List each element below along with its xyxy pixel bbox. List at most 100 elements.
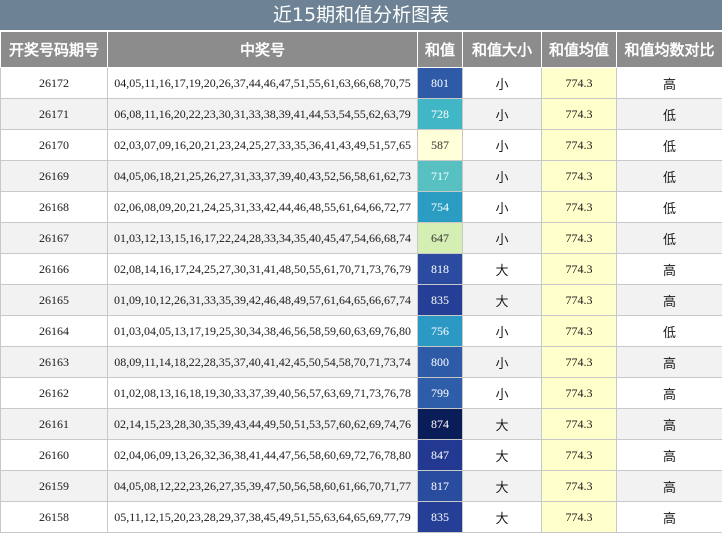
cell-sum-comparison: 低 (617, 316, 722, 347)
cell-sum-size: 小 (463, 347, 542, 378)
cell-sum-average: 774.3 (542, 223, 617, 254)
chart-container: 近15期和值分析图表 开奖号码期号 中奖号 和值 和值大小 和值均值 和值均数对… (0, 0, 722, 532)
table-body: 2617204,05,11,16,17,19,20,26,37,44,46,47… (1, 68, 722, 533)
table-row: 2616002,04,06,09,13,26,32,36,38,41,44,47… (1, 440, 722, 471)
cell-numbers: 08,09,11,14,18,22,28,35,37,40,41,42,45,5… (108, 347, 418, 378)
cell-sum-size: 小 (463, 316, 542, 347)
cell-sum-average: 774.3 (542, 378, 617, 409)
cell-sum-average: 774.3 (542, 440, 617, 471)
cell-numbers: 04,05,11,16,17,19,20,26,37,44,46,47,51,5… (108, 68, 418, 99)
cell-sum-average: 774.3 (542, 471, 617, 502)
table-row: 2616701,03,12,13,15,16,17,22,24,28,33,34… (1, 223, 722, 254)
cell-sum: 847 (418, 440, 463, 471)
cell-sum-average: 774.3 (542, 316, 617, 347)
cell-sum-average: 774.3 (542, 161, 617, 192)
table-row: 2616802,06,08,09,20,21,24,25,31,33,42,44… (1, 192, 722, 223)
cell-sum: 835 (418, 285, 463, 316)
cell-sum: 717 (418, 161, 463, 192)
header-row: 开奖号码期号 中奖号 和值 和值大小 和值均值 和值均数对比 (1, 32, 722, 68)
table-row: 2615904,05,08,12,22,23,26,27,35,39,47,50… (1, 471, 722, 502)
table-row: 2616602,08,14,16,17,24,25,27,30,31,41,48… (1, 254, 722, 285)
cell-sum-comparison: 高 (617, 285, 722, 316)
cell-numbers: 02,06,08,09,20,21,24,25,31,33,42,44,46,4… (108, 192, 418, 223)
results-table: 开奖号码期号 中奖号 和值 和值大小 和值均值 和值均数对比 2617204,0… (0, 31, 722, 533)
cell-issue: 26161 (1, 409, 108, 440)
cell-numbers: 01,03,12,13,15,16,17,22,24,28,33,34,35,4… (108, 223, 418, 254)
cell-issue: 26163 (1, 347, 108, 378)
cell-sum-comparison: 高 (617, 254, 722, 285)
cell-sum-average: 774.3 (542, 285, 617, 316)
cell-sum-size: 小 (463, 378, 542, 409)
cell-issue: 26168 (1, 192, 108, 223)
cell-numbers: 04,05,06,18,21,25,26,27,31,33,37,39,40,4… (108, 161, 418, 192)
table-row: 2616102,14,15,23,28,30,35,39,43,44,49,50… (1, 409, 722, 440)
cell-sum-comparison: 低 (617, 130, 722, 161)
cell-numbers: 01,03,04,05,13,17,19,25,30,34,38,46,56,5… (108, 316, 418, 347)
cell-sum-size: 小 (463, 223, 542, 254)
cell-sum: 874 (418, 409, 463, 440)
cell-sum-average: 774.3 (542, 192, 617, 223)
cell-sum-average: 774.3 (542, 409, 617, 440)
cell-sum: 756 (418, 316, 463, 347)
cell-sum: 801 (418, 68, 463, 99)
cell-sum-size: 小 (463, 161, 542, 192)
cell-issue: 26165 (1, 285, 108, 316)
cell-numbers: 02,03,07,09,16,20,21,23,24,25,27,33,35,3… (108, 130, 418, 161)
header-sum-comparison: 和值均数对比 (617, 32, 722, 68)
cell-sum-comparison: 高 (617, 502, 722, 533)
cell-sum-comparison: 低 (617, 161, 722, 192)
header-sum-size: 和值大小 (463, 32, 542, 68)
cell-sum-comparison: 高 (617, 409, 722, 440)
table-row: 2617002,03,07,09,16,20,21,23,24,25,27,33… (1, 130, 722, 161)
cell-sum: 754 (418, 192, 463, 223)
cell-sum-comparison: 高 (617, 440, 722, 471)
table-row: 2616401,03,04,05,13,17,19,25,30,34,38,46… (1, 316, 722, 347)
cell-issue: 26171 (1, 99, 108, 130)
cell-issue: 26162 (1, 378, 108, 409)
cell-sum-size: 小 (463, 130, 542, 161)
cell-sum-size: 大 (463, 440, 542, 471)
cell-sum-average: 774.3 (542, 502, 617, 533)
table-row: 2616201,02,08,13,16,18,19,30,33,37,39,40… (1, 378, 722, 409)
cell-numbers: 02,14,15,23,28,30,35,39,43,44,49,50,51,5… (108, 409, 418, 440)
header-sum-average: 和值均值 (542, 32, 617, 68)
cell-issue: 26166 (1, 254, 108, 285)
table-row: 2617204,05,11,16,17,19,20,26,37,44,46,47… (1, 68, 722, 99)
table-row: 2616904,05,06,18,21,25,26,27,31,33,37,39… (1, 161, 722, 192)
cell-sum-comparison: 高 (617, 471, 722, 502)
cell-sum-size: 大 (463, 502, 542, 533)
cell-numbers: 06,08,11,16,20,22,23,30,31,33,38,39,41,4… (108, 99, 418, 130)
cell-sum-comparison: 低 (617, 192, 722, 223)
cell-sum: 647 (418, 223, 463, 254)
cell-sum: 818 (418, 254, 463, 285)
table-row: 2615805,11,12,15,20,23,28,29,37,38,45,49… (1, 502, 722, 533)
cell-numbers: 04,05,08,12,22,23,26,27,35,39,47,50,56,5… (108, 471, 418, 502)
cell-sum-size: 小 (463, 99, 542, 130)
cell-sum-comparison: 高 (617, 68, 722, 99)
cell-issue: 26159 (1, 471, 108, 502)
cell-numbers: 01,09,10,12,26,31,33,35,39,42,46,48,49,5… (108, 285, 418, 316)
header-numbers: 中奖号 (108, 32, 418, 68)
cell-sum: 835 (418, 502, 463, 533)
cell-sum-average: 774.3 (542, 68, 617, 99)
cell-sum-average: 774.3 (542, 347, 617, 378)
cell-numbers: 02,04,06,09,13,26,32,36,38,41,44,47,56,5… (108, 440, 418, 471)
table-row: 2616308,09,11,14,18,22,28,35,37,40,41,42… (1, 347, 722, 378)
header-issue: 开奖号码期号 (1, 32, 108, 68)
cell-sum: 728 (418, 99, 463, 130)
cell-sum-size: 小 (463, 68, 542, 99)
cell-issue: 26160 (1, 440, 108, 471)
cell-issue: 26158 (1, 502, 108, 533)
cell-sum-average: 774.3 (542, 130, 617, 161)
cell-issue: 26164 (1, 316, 108, 347)
page-title: 近15期和值分析图表 (0, 0, 722, 31)
cell-sum: 800 (418, 347, 463, 378)
cell-sum-comparison: 高 (617, 347, 722, 378)
cell-sum-size: 大 (463, 254, 542, 285)
cell-sum-comparison: 低 (617, 223, 722, 254)
cell-numbers: 02,08,14,16,17,24,25,27,30,31,41,48,50,5… (108, 254, 418, 285)
cell-sum-size: 大 (463, 471, 542, 502)
header-sum: 和值 (418, 32, 463, 68)
cell-issue: 26167 (1, 223, 108, 254)
cell-sum-average: 774.3 (542, 99, 617, 130)
